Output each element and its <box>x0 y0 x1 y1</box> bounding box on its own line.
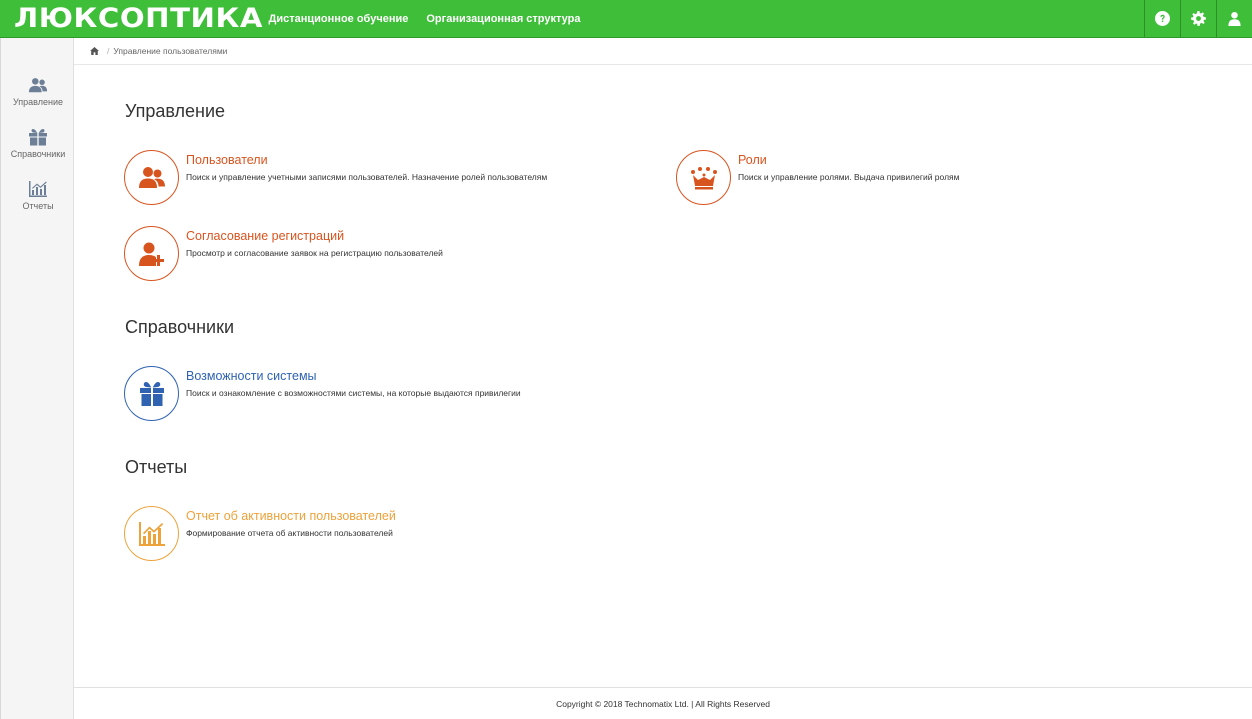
sidebar-item-label: Справочники <box>10 149 66 159</box>
sidebar-item-references[interactable]: Справочники <box>1 128 75 159</box>
help-button[interactable] <box>1144 0 1180 37</box>
card-text: Роли Поиск и управление ролями. Выдача п… <box>738 150 959 182</box>
card-icon-circle <box>676 150 731 205</box>
copyright-text: Copyright © 2018 Technomatix Ltd. | All … <box>556 698 770 709</box>
top-icons <box>1144 0 1252 37</box>
card-desc: Поиск и ознакомление с возможностями сис… <box>186 388 521 398</box>
sidebar-item-label: Отчеты <box>22 201 54 211</box>
gift-icon <box>139 381 164 406</box>
card-desc: Просмотр и согласование заявок на регист… <box>186 248 443 258</box>
breadcrumb-current: Управление пользователями <box>113 46 228 56</box>
card-system-features[interactable]: Возможности системы Поиск и ознакомление… <box>124 366 521 421</box>
brand-logo[interactable]: ЛЮКСОПТИКА <box>14 0 263 38</box>
user-menu-button[interactable] <box>1216 0 1252 37</box>
card-desc: Формирование отчета об активности пользо… <box>186 528 393 538</box>
card-icon-circle <box>124 506 179 561</box>
card-text: Согласование регистраций Просмотр и согл… <box>186 226 443 258</box>
card-title-activity-report[interactable]: Отчет об активности пользователей <box>186 509 396 523</box>
card-text: Возможности системы Поиск и ознакомление… <box>186 366 521 398</box>
card-roles[interactable]: Роли Поиск и управление ролями. Выдача п… <box>676 150 959 205</box>
gear-icon <box>1191 11 1206 26</box>
settings-button[interactable] <box>1180 0 1216 37</box>
top-bar: ЛЮКСОПТИКА Дистанционное обучение Органи… <box>0 0 1252 38</box>
chart-icon <box>29 181 47 197</box>
nav-org-structure[interactable]: Организационная структура <box>426 13 580 25</box>
card-title-registration[interactable]: Согласование регистраций <box>186 229 443 243</box>
card-title-users[interactable]: Пользователи <box>186 153 547 167</box>
card-icon-circle <box>124 226 179 281</box>
card-registration-approval[interactable]: Согласование регистраций Просмотр и согл… <box>124 226 443 281</box>
user-add-icon <box>138 242 164 266</box>
section-title-reports: Отчеты <box>125 457 188 477</box>
user-icon <box>1228 11 1241 26</box>
card-desc: Поиск и управление учетными записями пол… <box>186 172 548 182</box>
top-nav: Дистанционное обучение Организационная с… <box>269 13 581 25</box>
gift-icon <box>29 129 47 146</box>
crown-icon <box>690 166 717 189</box>
home-icon[interactable] <box>90 47 99 55</box>
card-text: Пользователи Поиск и управление учетными… <box>186 150 547 182</box>
breadcrumb: / Управление пользователями <box>74 38 1252 65</box>
card-title-roles[interactable]: Роли <box>738 153 959 167</box>
chart-icon <box>138 521 165 546</box>
footer: Copyright © 2018 Technomatix Ltd. | All … <box>74 687 1252 719</box>
help-icon <box>1155 11 1170 26</box>
sidebar-item-reports[interactable]: Отчеты <box>1 180 75 211</box>
nav-distance-learning[interactable]: Дистанционное обучение <box>269 13 409 25</box>
breadcrumb-separator: / <box>107 46 110 56</box>
sidebar-item-label: Управление <box>12 97 64 107</box>
card-desc: Поиск и управление ролями. Выдача привил… <box>738 172 960 182</box>
sidebar-item-management[interactable]: Управление <box>1 76 75 107</box>
section-title-management: Управление <box>125 101 226 121</box>
card-users[interactable]: Пользователи Поиск и управление учетными… <box>124 150 547 205</box>
card-text: Отчет об активности пользователей Формир… <box>186 506 396 538</box>
users-icon <box>28 78 48 93</box>
section-title-references: Справочники <box>125 317 235 337</box>
users-icon <box>138 166 165 188</box>
card-title-system-features[interactable]: Возможности системы <box>186 369 521 383</box>
sidebar: Управление Справочники Отчеты <box>0 38 74 719</box>
card-icon-circle <box>124 150 179 205</box>
card-icon-circle <box>124 366 179 421</box>
card-activity-report[interactable]: Отчет об активности пользователей Формир… <box>124 506 396 561</box>
